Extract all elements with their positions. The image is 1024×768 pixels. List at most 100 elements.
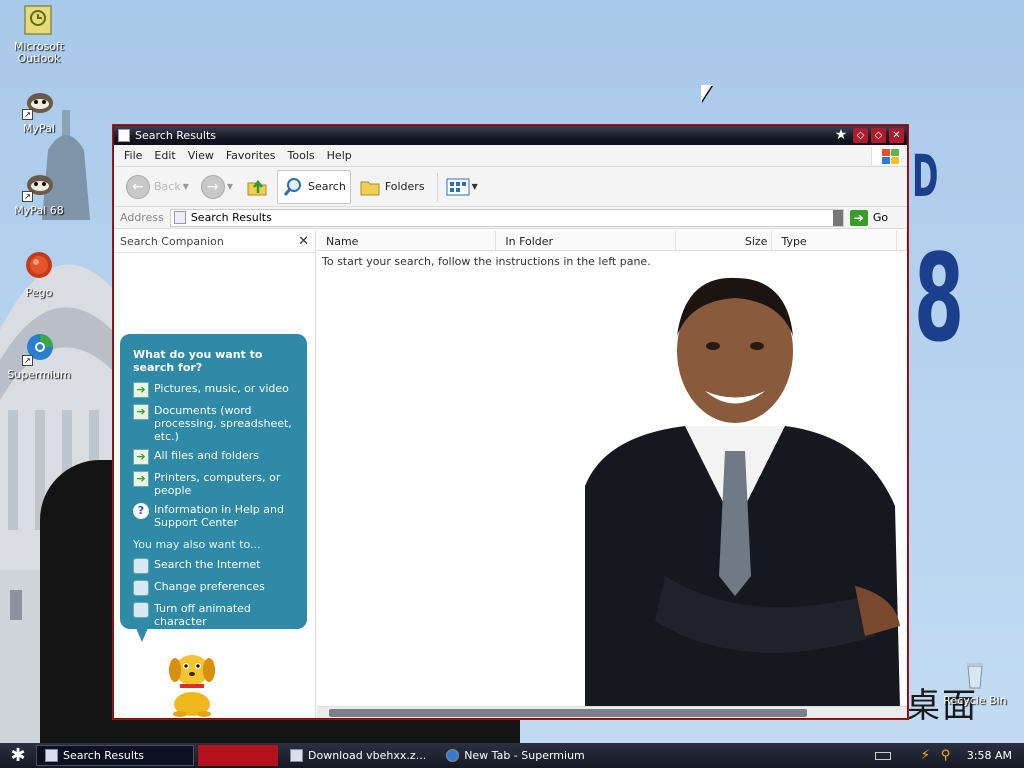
go-label: Go xyxy=(872,211,889,224)
address-label: Address xyxy=(120,211,164,224)
desktop-icon-label: Supermium xyxy=(7,368,71,381)
go-arrow-icon: ➔ xyxy=(849,209,868,226)
desktop-icon-recycle-bin[interactable]: Recycle Bin xyxy=(936,658,1014,707)
also-want-label: You may also want to... xyxy=(133,538,261,551)
turn-off-character-link[interactable]: Turn off animated character xyxy=(133,602,299,628)
search-button[interactable]: Search xyxy=(277,169,351,204)
network-icon[interactable]: ⚡ xyxy=(921,748,935,763)
search-results-pane: Name In Folder Size Type To start your s… xyxy=(317,231,907,718)
keyboard-icon[interactable] xyxy=(874,751,891,760)
taskbar-item-label: Search Results xyxy=(63,749,145,762)
search-results-icon xyxy=(173,211,186,224)
go-button[interactable]: ➔ Go xyxy=(849,209,889,226)
menu-file[interactable]: File xyxy=(118,149,148,162)
views-button[interactable]: ▼ xyxy=(442,170,482,204)
taskbar-spacer-red xyxy=(198,745,278,766)
search-option-all-files[interactable]: ➔ All files and folders xyxy=(133,449,299,465)
close-button[interactable]: ✕ xyxy=(889,128,904,143)
horizontal-scrollbar[interactable] xyxy=(317,706,907,718)
shortcut-arrow-icon: ↗ xyxy=(22,191,33,202)
arrow-icon: ➔ xyxy=(133,449,149,465)
back-button[interactable]: ← Back ▼ xyxy=(122,170,193,204)
start-button[interactable]: ✱ xyxy=(0,743,36,768)
change-preferences-link[interactable]: Change preferences xyxy=(133,580,299,596)
window-icon xyxy=(118,129,130,142)
window-content: Search Companion ✕ What do you want to s… xyxy=(114,231,907,718)
forward-button[interactable]: → ▼ xyxy=(197,170,237,204)
wallpaper-letter: 8 xyxy=(914,230,965,369)
views-icon xyxy=(446,178,470,195)
desktop-icon-label: MyPal xyxy=(23,122,55,135)
folders-button[interactable]: Folders xyxy=(355,170,429,204)
column-date[interactable] xyxy=(897,231,907,251)
desktop-icon-supermium[interactable]: ↗ Supermium xyxy=(0,332,78,381)
pego-icon xyxy=(22,250,56,284)
search-option-pictures[interactable]: ➔ Pictures, music, or video xyxy=(133,382,299,398)
scrollbar-thumb[interactable] xyxy=(329,709,807,717)
close-icon[interactable]: ✕ xyxy=(298,234,309,249)
menu-tools[interactable]: Tools xyxy=(282,149,321,162)
desktop-icon-label: Microsoft Outlook xyxy=(13,40,65,65)
recycle-bin-icon xyxy=(958,658,992,692)
search-option-printers[interactable]: ➔ Printers, computers, or people xyxy=(133,471,299,497)
taskbar-item-supermium[interactable]: New Tab - Supermium xyxy=(438,745,593,766)
chevron-down-icon: ▼ xyxy=(182,182,189,191)
menu-edit[interactable]: Edit xyxy=(148,149,181,162)
column-type[interactable]: Type xyxy=(772,231,898,251)
search-companion-header: Search Companion ✕ xyxy=(114,231,315,253)
star-icon: ✱ xyxy=(10,745,26,766)
preferences-icon xyxy=(133,580,149,596)
search-internet-link[interactable]: Search the Internet xyxy=(133,558,299,574)
mypal-icon: ↗ xyxy=(22,168,56,202)
taskbar-item-download[interactable]: Download vbehxx.z... xyxy=(282,745,434,766)
search-option-help[interactable]: ? Information in Help and Support Center xyxy=(133,503,299,529)
clock[interactable]: 3:58 AM xyxy=(967,749,1012,762)
star-icon[interactable]: ★ xyxy=(832,128,850,143)
search-label: Search xyxy=(308,180,346,193)
search-companion-bubble: What do you want to search for? ➔ Pictur… xyxy=(120,334,307,629)
column-name[interactable]: Name xyxy=(317,231,497,251)
menu-favorites[interactable]: Favorites xyxy=(220,149,282,162)
shortcut-arrow-icon: ↗ xyxy=(22,355,33,366)
search-option-documents[interactable]: ➔ Documents (word processing, spreadshee… xyxy=(133,404,299,443)
address-field[interactable]: Search Results xyxy=(169,208,844,227)
back-arrow-icon: ← xyxy=(126,174,150,199)
forward-arrow-icon: → xyxy=(200,174,225,199)
search-results-window[interactable]: Search Results ★ ◇ ◇ ✕ File Edit View Fa… xyxy=(113,125,908,719)
desktop-icon-mypal[interactable]: ↗ MyPal xyxy=(0,86,78,135)
title-bar[interactable]: Search Results ★ ◇ ◇ ✕ xyxy=(114,126,907,145)
desktop-icon-outlook[interactable]: Microsoft Outlook xyxy=(0,4,78,65)
wallpaper-letter: D xyxy=(912,142,939,210)
column-size[interactable]: Size xyxy=(676,231,773,251)
mypal-icon: ↗ xyxy=(22,86,56,120)
search-option-label: Information in Help and Support Center xyxy=(154,503,284,529)
address-value: Search Results xyxy=(190,211,272,224)
back-label: Back xyxy=(154,180,181,193)
help-icon: ? xyxy=(133,503,149,519)
column-in-folder[interactable]: In Folder xyxy=(496,231,676,251)
menu-help[interactable]: Help xyxy=(321,149,358,162)
address-dropdown[interactable] xyxy=(832,209,843,226)
arrow-icon: ➔ xyxy=(133,382,149,398)
up-folder-button[interactable] xyxy=(241,170,273,204)
folders-icon xyxy=(360,181,380,195)
search-tray-icon[interactable]: ⚲ xyxy=(941,748,955,763)
desktop-icon-pego[interactable]: Pego xyxy=(0,250,78,299)
desktop-icon-mypal-68[interactable]: ↗ MyPal 68 xyxy=(0,168,78,217)
minimize-button[interactable]: ◇ xyxy=(853,128,868,143)
search-companion-pane: Search Companion ✕ What do you want to s… xyxy=(114,231,316,718)
taskbar-item-search-results[interactable]: Search Results xyxy=(36,745,194,766)
search-option-label: Pictures, music, or video xyxy=(154,382,289,395)
search-dog-icon[interactable] xyxy=(162,646,224,718)
maximize-button[interactable]: ◇ xyxy=(871,128,886,143)
system-tray: ⚡ ⚲ 3:58 AM xyxy=(869,743,1024,768)
menu-view[interactable]: View xyxy=(182,149,220,162)
search-option-label: Documents (word processing, spreadsheet,… xyxy=(154,404,292,443)
arrow-icon: ➔ xyxy=(133,404,149,420)
window-title: Search Results xyxy=(135,129,217,142)
also-option-label: Turn off animated character xyxy=(154,602,251,628)
search-instructions: To start your search, follow the instruc… xyxy=(322,255,651,268)
download-icon xyxy=(290,749,303,762)
taskbar-item-label: New Tab - Supermium xyxy=(464,749,585,762)
search-option-label: All files and folders xyxy=(154,449,259,462)
